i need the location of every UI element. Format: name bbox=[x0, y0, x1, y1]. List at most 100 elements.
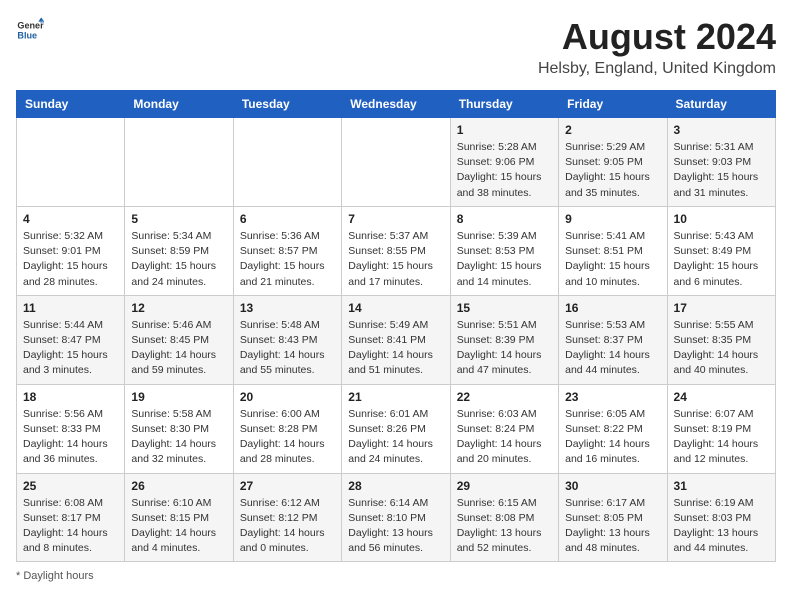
day-number: 22 bbox=[457, 390, 552, 404]
calendar-week-2: 4 Sunrise: 5:32 AMSunset: 9:01 PMDaylight… bbox=[17, 206, 776, 295]
calendar-cell: 17Sunrise: 5:55 AMSunset: 8:35 PMDayligh… bbox=[667, 295, 775, 384]
day-number: 9 bbox=[565, 212, 660, 226]
calendar-cell: 30 Sunrise: 6:17 AMSunset: 8:05 PMDayligh… bbox=[559, 473, 667, 562]
day-info: Sunrise: 6:12 AMSunset: 8:12 PMDaylight:… bbox=[240, 496, 335, 557]
day-info: Sunrise: 6:10 AMSunset: 8:15 PMDaylight:… bbox=[131, 496, 226, 557]
calendar-cell bbox=[233, 118, 341, 207]
day-number: 23 bbox=[565, 390, 660, 404]
calendar-cell: 29 Sunrise: 6:15 AMSunset: 8:08 PMDayligh… bbox=[450, 473, 558, 562]
day-number: 13 bbox=[240, 301, 335, 315]
day-info: Sunrise: 6:08 AMSunset: 8:17 PMDaylight:… bbox=[23, 496, 118, 557]
header: General Blue August 2024 Helsby, England… bbox=[16, 16, 776, 78]
calendar-dow-wednesday: Wednesday bbox=[342, 91, 450, 118]
day-number: 6 bbox=[240, 212, 335, 226]
day-number: 18 bbox=[23, 390, 118, 404]
calendar-dow-sunday: Sunday bbox=[17, 91, 125, 118]
day-info: Sunrise: 5:29 AMSunset: 9:05 PMDaylight:… bbox=[565, 140, 660, 201]
day-info: Sunrise: 6:03 AMSunset: 8:24 PMDaylight:… bbox=[457, 407, 552, 468]
calendar-header-row: SundayMondayTuesdayWednesdayThursdayFrid… bbox=[17, 91, 776, 118]
calendar-dow-thursday: Thursday bbox=[450, 91, 558, 118]
calendar-cell: 27Sunrise: 6:12 AMSunset: 8:12 PMDayligh… bbox=[233, 473, 341, 562]
day-info: Sunrise: 5:39 AMSunset: 8:53 PMDaylight:… bbox=[457, 229, 552, 290]
day-info: Sunrise: 5:28 AMSunset: 9:06 PMDaylight:… bbox=[457, 140, 552, 201]
calendar-cell bbox=[342, 118, 450, 207]
day-number: 21 bbox=[348, 390, 443, 404]
day-info: Sunrise: 6:05 AMSunset: 8:22 PMDaylight:… bbox=[565, 407, 660, 468]
day-info: Sunrise: 5:36 AMSunset: 8:57 PMDaylight:… bbox=[240, 229, 335, 290]
calendar-cell bbox=[17, 118, 125, 207]
day-info: Sunrise: 6:01 AMSunset: 8:26 PMDaylight:… bbox=[348, 407, 443, 468]
calendar-dow-monday: Monday bbox=[125, 91, 233, 118]
day-info: Sunrise: 5:32 AMSunset: 9:01 PMDaylight:… bbox=[23, 229, 118, 290]
calendar-cell: 1 Sunrise: 5:28 AMSunset: 9:06 PMDaylight… bbox=[450, 118, 558, 207]
day-number: 29 bbox=[457, 479, 552, 493]
calendar-cell: 13 Sunrise: 5:48 AMSunset: 8:43 PMDayligh… bbox=[233, 295, 341, 384]
day-number: 19 bbox=[131, 390, 226, 404]
calendar-cell: 2Sunrise: 5:29 AMSunset: 9:05 PMDaylight… bbox=[559, 118, 667, 207]
calendar-cell: 11Sunrise: 5:44 AMSunset: 8:47 PMDayligh… bbox=[17, 295, 125, 384]
calendar-cell: 26Sunrise: 6:10 AMSunset: 8:15 PMDayligh… bbox=[125, 473, 233, 562]
day-info: Sunrise: 5:56 AMSunset: 8:33 PMDaylight:… bbox=[23, 407, 118, 468]
day-info: Sunrise: 5:55 AMSunset: 8:35 PMDaylight:… bbox=[674, 318, 769, 379]
calendar-cell: 23 Sunrise: 6:05 AMSunset: 8:22 PMDayligh… bbox=[559, 384, 667, 473]
calendar-cell: 28Sunrise: 6:14 AMSunset: 8:10 PMDayligh… bbox=[342, 473, 450, 562]
calendar-cell: 24Sunrise: 6:07 AMSunset: 8:19 PMDayligh… bbox=[667, 384, 775, 473]
footer-note: * Daylight hours bbox=[16, 570, 776, 582]
calendar-cell: 15 Sunrise: 5:51 AMSunset: 8:39 PMDayligh… bbox=[450, 295, 558, 384]
day-info: Sunrise: 5:53 AMSunset: 8:37 PMDaylight:… bbox=[565, 318, 660, 379]
calendar-week-3: 11Sunrise: 5:44 AMSunset: 8:47 PMDayligh… bbox=[17, 295, 776, 384]
svg-text:General: General bbox=[17, 21, 44, 31]
day-info: Sunrise: 6:17 AMSunset: 8:05 PMDaylight:… bbox=[565, 496, 660, 557]
day-number: 16 bbox=[565, 301, 660, 315]
calendar-dow-saturday: Saturday bbox=[667, 91, 775, 118]
calendar-cell bbox=[125, 118, 233, 207]
calendar-cell: 12Sunrise: 5:46 AMSunset: 8:45 PMDayligh… bbox=[125, 295, 233, 384]
calendar-cell: 9 Sunrise: 5:41 AMSunset: 8:51 PMDaylight… bbox=[559, 206, 667, 295]
calendar-cell: 14 Sunrise: 5:49 AMSunset: 8:41 PMDayligh… bbox=[342, 295, 450, 384]
day-number: 3 bbox=[674, 123, 769, 137]
calendar-week-5: 25 Sunrise: 6:08 AMSunset: 8:17 PMDayligh… bbox=[17, 473, 776, 562]
day-info: Sunrise: 6:07 AMSunset: 8:19 PMDaylight:… bbox=[674, 407, 769, 468]
calendar-week-1: 1 Sunrise: 5:28 AMSunset: 9:06 PMDaylight… bbox=[17, 118, 776, 207]
day-info: Sunrise: 5:49 AMSunset: 8:41 PMDaylight:… bbox=[348, 318, 443, 379]
title-area: August 2024 Helsby, England, United King… bbox=[538, 16, 776, 78]
day-info: Sunrise: 5:31 AMSunset: 9:03 PMDaylight:… bbox=[674, 140, 769, 201]
calendar-cell: 31Sunrise: 6:19 AMSunset: 8:03 PMDayligh… bbox=[667, 473, 775, 562]
day-number: 25 bbox=[23, 479, 118, 493]
day-info: Sunrise: 6:15 AMSunset: 8:08 PMDaylight:… bbox=[457, 496, 552, 557]
svg-text:Blue: Blue bbox=[17, 30, 37, 40]
calendar-cell: 6 Sunrise: 5:36 AMSunset: 8:57 PMDaylight… bbox=[233, 206, 341, 295]
calendar-dow-friday: Friday bbox=[559, 91, 667, 118]
day-number: 20 bbox=[240, 390, 335, 404]
calendar-cell: 20 Sunrise: 6:00 AMSunset: 8:28 PMDayligh… bbox=[233, 384, 341, 473]
calendar-cell: 21 Sunrise: 6:01 AMSunset: 8:26 PMDayligh… bbox=[342, 384, 450, 473]
day-number: 8 bbox=[457, 212, 552, 226]
calendar-cell: 19Sunrise: 5:58 AMSunset: 8:30 PMDayligh… bbox=[125, 384, 233, 473]
day-number: 5 bbox=[131, 212, 226, 226]
day-number: 7 bbox=[348, 212, 443, 226]
day-info: Sunrise: 5:41 AMSunset: 8:51 PMDaylight:… bbox=[565, 229, 660, 290]
day-info: Sunrise: 6:14 AMSunset: 8:10 PMDaylight:… bbox=[348, 496, 443, 557]
calendar-dow-tuesday: Tuesday bbox=[233, 91, 341, 118]
day-number: 30 bbox=[565, 479, 660, 493]
calendar-cell: 10Sunrise: 5:43 AMSunset: 8:49 PMDayligh… bbox=[667, 206, 775, 295]
subtitle: Helsby, England, United Kingdom bbox=[538, 60, 776, 78]
calendar-cell: 22 Sunrise: 6:03 AMSunset: 8:24 PMDayligh… bbox=[450, 384, 558, 473]
day-info: Sunrise: 5:34 AMSunset: 8:59 PMDaylight:… bbox=[131, 229, 226, 290]
calendar-cell: 8 Sunrise: 5:39 AMSunset: 8:53 PMDaylight… bbox=[450, 206, 558, 295]
day-info: Sunrise: 5:46 AMSunset: 8:45 PMDaylight:… bbox=[131, 318, 226, 379]
day-number: 14 bbox=[348, 301, 443, 315]
calendar-cell: 4 Sunrise: 5:32 AMSunset: 9:01 PMDaylight… bbox=[17, 206, 125, 295]
day-number: 15 bbox=[457, 301, 552, 315]
footer-text: Daylight hours bbox=[23, 570, 93, 582]
day-number: 4 bbox=[23, 212, 118, 226]
calendar-cell: 5 Sunrise: 5:34 AMSunset: 8:59 PMDaylight… bbox=[125, 206, 233, 295]
day-number: 1 bbox=[457, 123, 552, 137]
day-info: Sunrise: 6:00 AMSunset: 8:28 PMDaylight:… bbox=[240, 407, 335, 468]
calendar-cell: 16 Sunrise: 5:53 AMSunset: 8:37 PMDayligh… bbox=[559, 295, 667, 384]
calendar-table: SundayMondayTuesdayWednesdayThursdayFrid… bbox=[16, 90, 776, 562]
day-info: Sunrise: 5:48 AMSunset: 8:43 PMDaylight:… bbox=[240, 318, 335, 379]
day-number: 31 bbox=[674, 479, 769, 493]
calendar-week-4: 18 Sunrise: 5:56 AMSunset: 8:33 PMDayligh… bbox=[17, 384, 776, 473]
day-info: Sunrise: 5:51 AMSunset: 8:39 PMDaylight:… bbox=[457, 318, 552, 379]
